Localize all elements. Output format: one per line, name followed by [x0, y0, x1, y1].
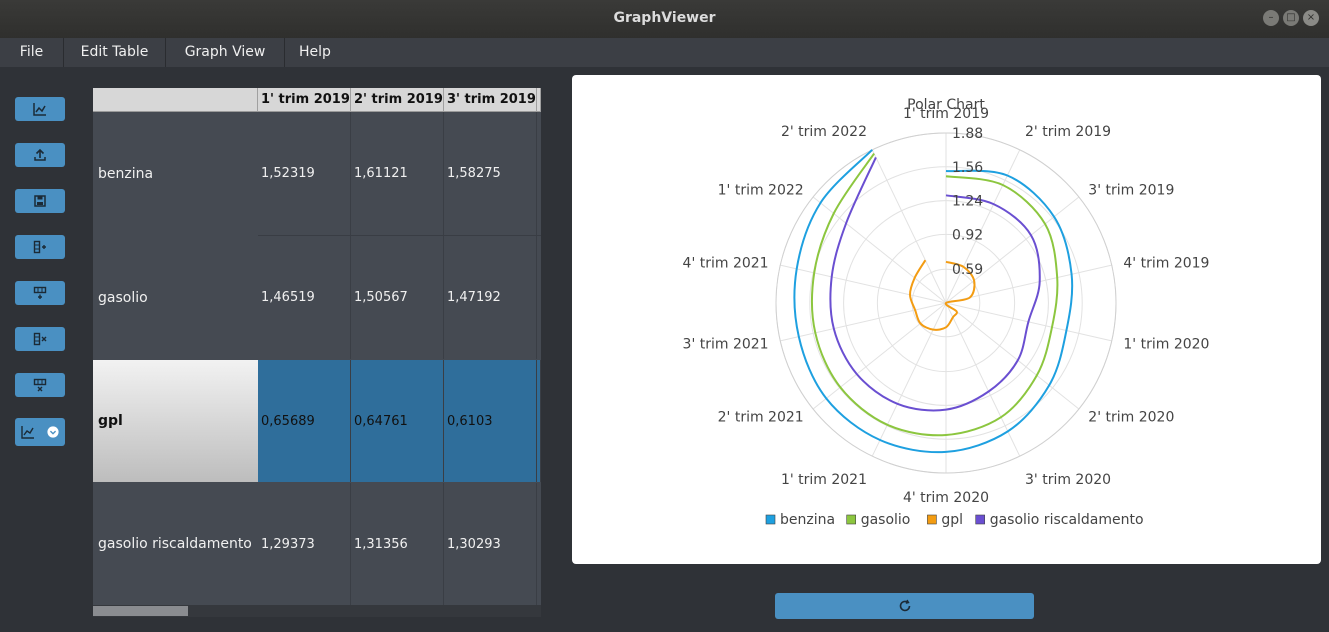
remove-column-icon — [33, 332, 47, 346]
maximize-button[interactable]: □ — [1283, 10, 1299, 26]
horizontal-scrollbar-thumb[interactable] — [93, 606, 188, 616]
remove-column-button[interactable] — [15, 327, 65, 351]
angular-tick-label: 1' trim 2020 — [1123, 337, 1209, 353]
data-table: 1' trim 2019 2' trim 2019 3' trim 2019 b… — [93, 88, 541, 605]
legend-swatch — [846, 514, 857, 525]
legend-swatch — [975, 514, 986, 525]
menu-graph-view[interactable]: Graph View — [166, 38, 285, 67]
legend-swatch — [927, 514, 937, 525]
chevron-down-icon — [47, 426, 59, 438]
table-cell[interactable]: 1,58275 — [444, 112, 537, 235]
remove-row-icon — [33, 378, 47, 392]
title-bar: GraphViewer – □ × — [0, 0, 1329, 38]
refresh-icon — [899, 599, 910, 612]
angular-tick-label: 1' trim 2019 — [903, 106, 989, 122]
upload-icon — [34, 148, 46, 161]
upload-button[interactable] — [15, 143, 65, 167]
column-header[interactable]: 3' trim 2019 — [444, 88, 537, 112]
row-header-selected[interactable]: gpl — [93, 360, 258, 482]
line-chart-icon — [21, 426, 34, 439]
radial-tick-label: 0.92 — [952, 227, 983, 243]
angular-tick-label: 4' trim 2021 — [683, 256, 769, 272]
radial-tick-label: 0.59 — [952, 262, 983, 278]
row-header[interactable]: gasolio — [93, 236, 258, 359]
row-header[interactable]: gasolio riscaldamento — [93, 483, 258, 605]
table-cell[interactable]: 1,29373 — [258, 483, 351, 605]
angular-tick-label: 2' trim 2022 — [781, 124, 867, 140]
add-row-button[interactable] — [15, 281, 65, 305]
row-header[interactable]: benzina — [93, 112, 258, 235]
legend-swatch — [765, 514, 776, 525]
remove-row-button[interactable] — [15, 373, 65, 397]
chart-panel: Polar Chart 1' trim 2019 2' trim 2019 3' t… — [572, 75, 1321, 564]
legend-entry: gasolio — [861, 512, 911, 528]
table-cell[interactable]: 1,50567 — [351, 236, 444, 359]
add-row-icon — [33, 286, 47, 299]
save-icon — [34, 195, 46, 207]
column-header[interactable]: 2' trim 2019 — [351, 88, 444, 112]
chart-button[interactable] — [15, 97, 65, 121]
window-title: GraphViewer — [613, 10, 716, 26]
table-cell-partial[interactable] — [537, 360, 541, 482]
table-cell[interactable]: 1,31356 — [351, 483, 444, 605]
angular-tick-label: 4' trim 2020 — [903, 490, 989, 506]
column-header[interactable]: 1' trim 2019 — [258, 88, 351, 112]
angular-tick-label: 2' trim 2020 — [1088, 410, 1174, 426]
table-cell[interactable]: 1,61121 — [351, 112, 444, 235]
table-cell-selected[interactable]: 0,64761 — [351, 360, 444, 482]
angular-tick-label: 4' trim 2019 — [1123, 256, 1209, 272]
table-cell-selected[interactable]: 0,65689 — [258, 360, 351, 482]
angular-gridline — [871, 302, 947, 457]
series-line-benzina — [793, 149, 1074, 454]
angular-gridline — [871, 149, 947, 304]
menu-file[interactable]: File — [0, 38, 64, 67]
table-cell[interactable]: 1,47192 — [444, 236, 537, 359]
angular-tick-label: 2' trim 2019 — [1025, 124, 1111, 140]
add-column-icon — [33, 240, 46, 254]
angular-gridline — [780, 302, 947, 342]
angular-tick-label: 2' trim 2021 — [718, 410, 804, 426]
minimize-button[interactable]: – — [1263, 10, 1279, 26]
add-column-button[interactable] — [15, 235, 65, 259]
legend-entry: gasolio riscaldamento — [990, 512, 1144, 528]
menu-help[interactable]: Help — [285, 38, 345, 67]
table-corner-header[interactable] — [93, 88, 258, 112]
menu-edit-table[interactable]: Edit Table — [64, 38, 166, 67]
angular-tick-label: 3' trim 2019 — [1088, 183, 1174, 199]
radial-tick-label: 1.56 — [952, 160, 983, 176]
legend-entry: gpl — [941, 512, 963, 528]
save-button[interactable] — [15, 189, 65, 213]
angular-tick-label: 3' trim 2021 — [683, 337, 769, 353]
table-cell[interactable]: 1,30293 — [444, 483, 537, 605]
radial-tick-label: 1.24 — [952, 194, 983, 210]
table-cell-selected[interactable]: 0,6103 — [444, 360, 537, 482]
legend-entry: benzina — [780, 512, 835, 528]
refresh-button[interactable] — [775, 593, 1034, 619]
column-header-partial[interactable] — [537, 88, 541, 112]
table-cell[interactable]: 1,46519 — [258, 236, 351, 359]
angular-tick-label: 1' trim 2022 — [718, 183, 804, 199]
table-cell[interactable]: 1,52319 — [258, 112, 351, 235]
angular-tick-label: 1' trim 2021 — [781, 472, 867, 488]
angular-tick-label: 3' trim 2020 — [1025, 472, 1111, 488]
chart-type-dropdown[interactable] — [15, 418, 65, 446]
menu-bar: File Edit Table Graph View Help — [0, 38, 1329, 68]
chart-icon — [33, 103, 46, 116]
radial-tick-label: 1.88 — [952, 126, 983, 142]
angular-gridline — [780, 264, 947, 304]
polar-chart[interactable]: Polar Chart 1' trim 20192' trim 20193' t… — [572, 75, 1321, 564]
close-button[interactable]: × — [1303, 10, 1319, 26]
